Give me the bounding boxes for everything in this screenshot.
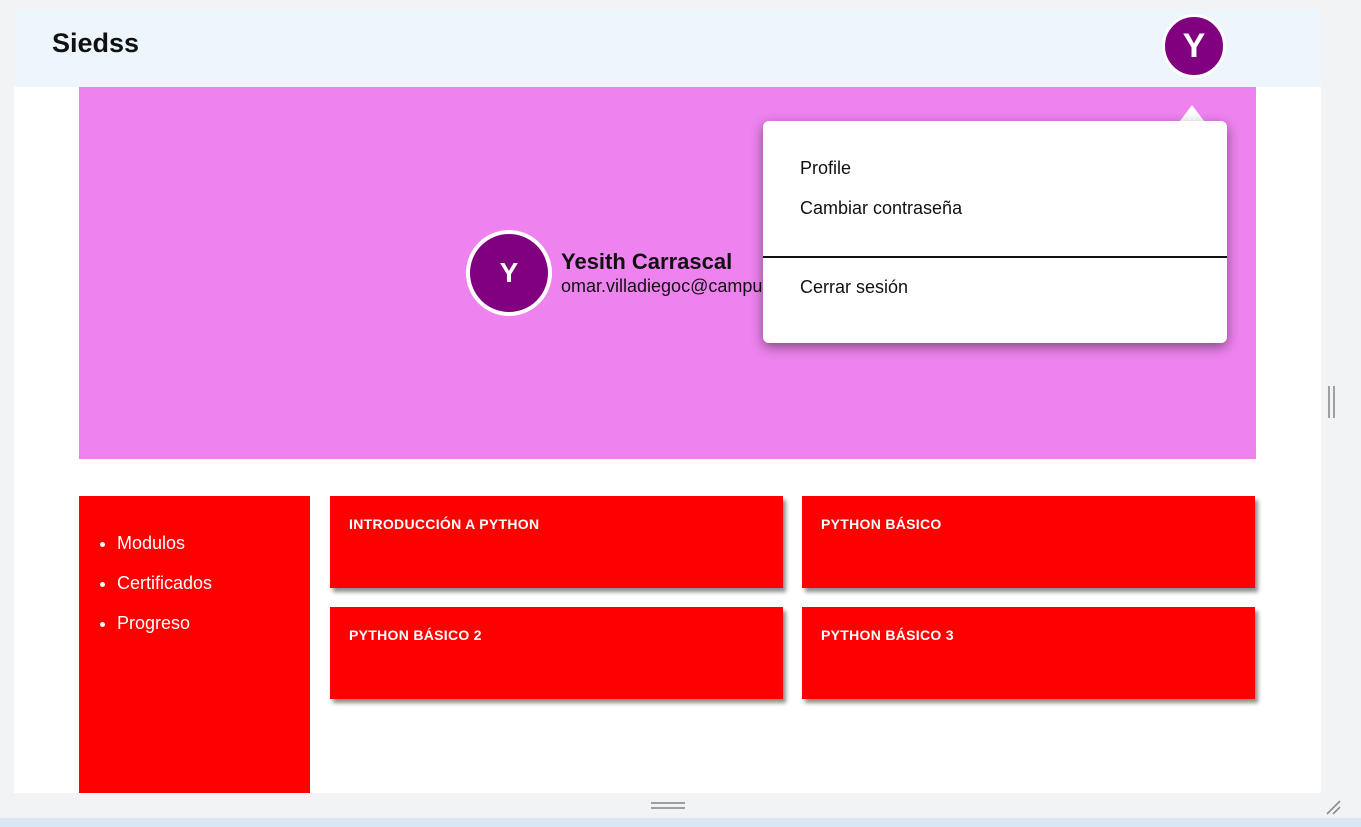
course-card-title: PYTHON BÁSICO (821, 516, 942, 532)
resize-corner-icon[interactable] (1324, 798, 1342, 816)
sidebar-nav: Modulos Certificados Progreso (79, 496, 310, 793)
bottom-status-strip (0, 818, 1361, 827)
sidebar-item-label[interactable]: Certificados (117, 573, 212, 593)
horizontal-resize-grip-icon[interactable] (651, 802, 685, 809)
course-card[interactable]: INTRODUCCIÓN A PYTHON (330, 496, 783, 588)
sidebar-item-label[interactable]: Modulos (117, 533, 185, 553)
sidebar-item-label[interactable]: Progreso (117, 613, 190, 633)
menu-item-profile[interactable]: Profile (800, 158, 851, 179)
sidebar-item-modulos[interactable]: Modulos (117, 529, 310, 569)
course-card[interactable]: PYTHON BÁSICO 3 (802, 607, 1255, 699)
vertical-resize-grip-icon[interactable] (1328, 386, 1335, 418)
course-card-title: PYTHON BÁSICO 3 (821, 627, 954, 643)
sidebar-item-progreso[interactable]: Progreso (117, 609, 310, 649)
course-card-title: PYTHON BÁSICO 2 (349, 627, 482, 643)
user-avatar-button[interactable]: Y (1162, 14, 1226, 78)
menu-divider (763, 256, 1227, 258)
dropdown-caret-icon (1180, 105, 1204, 121)
menu-item-change-password[interactable]: Cambiar contraseña (800, 198, 962, 219)
course-card[interactable]: PYTHON BÁSICO (802, 496, 1255, 588)
profile-name: Yesith Carrascal (561, 249, 733, 274)
top-navbar: Siedss Y (14, 10, 1321, 87)
profile-email: omar.villadiegoc@campu (561, 276, 763, 296)
course-card-title: INTRODUCCIÓN A PYTHON (349, 516, 540, 532)
menu-item-logout[interactable]: Cerrar sesión (800, 277, 908, 298)
user-dropdown-menu: Profile Cambiar contraseña Cerrar sesión (763, 121, 1227, 343)
course-card[interactable]: PYTHON BÁSICO 2 (330, 607, 783, 699)
profile-avatar: Y (466, 230, 552, 316)
sidebar-list: Modulos Certificados Progreso (79, 496, 310, 649)
app-brand[interactable]: Siedss (52, 28, 139, 59)
sidebar-item-certificados[interactable]: Certificados (117, 569, 310, 609)
